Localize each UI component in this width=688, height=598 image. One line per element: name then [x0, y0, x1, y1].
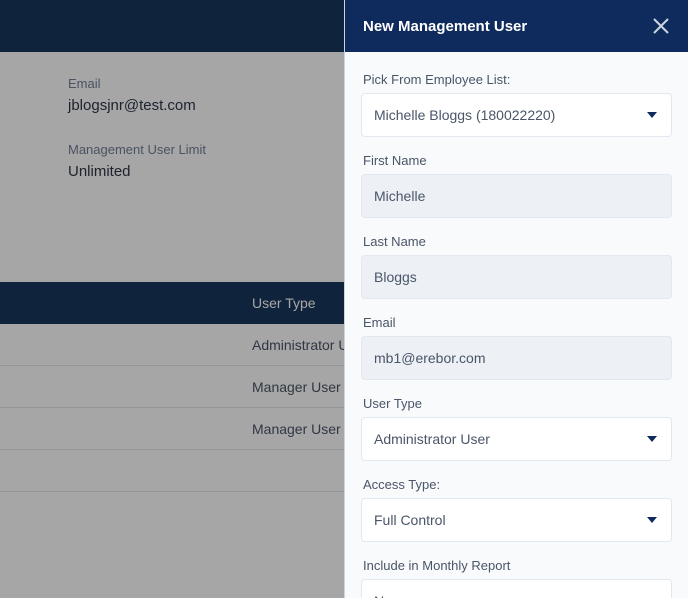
chevron-down-icon: [647, 517, 657, 523]
access-type-value: Full Control: [374, 512, 446, 528]
employee-list-label: Pick From Employee List:: [361, 72, 672, 87]
panel-title: New Management User: [363, 18, 527, 35]
employee-list-group: Pick From Employee List: Michelle Bloggs…: [361, 72, 672, 137]
monthly-report-value: No: [374, 593, 392, 598]
first-name-value: Michelle: [374, 188, 425, 204]
last-name-group: Last Name Bloggs: [361, 234, 672, 299]
user-type-value: Administrator User: [374, 431, 490, 447]
email-field[interactable]: mb1@erebor.com: [361, 336, 672, 380]
user-type-label: User Type: [361, 396, 672, 411]
panel-body[interactable]: Pick From Employee List: Michelle Bloggs…: [345, 52, 688, 598]
monthly-report-select[interactable]: No: [361, 579, 672, 598]
first-name-label: First Name: [361, 153, 672, 168]
chevron-down-icon: [647, 436, 657, 442]
last-name-value: Bloggs: [374, 269, 417, 285]
last-name-label: Last Name: [361, 234, 672, 249]
first-name-group: First Name Michelle: [361, 153, 672, 218]
monthly-report-label: Include in Monthly Report: [361, 558, 672, 573]
chevron-down-icon: [647, 112, 657, 118]
panel-header: New Management User: [345, 0, 688, 52]
email-group: Email mb1@erebor.com: [361, 315, 672, 380]
email-value: mb1@erebor.com: [374, 350, 485, 366]
user-type-select[interactable]: Administrator User: [361, 417, 672, 461]
employee-list-select[interactable]: Michelle Bloggs (180022220): [361, 93, 672, 137]
access-type-group: Access Type: Full Control: [361, 477, 672, 542]
first-name-field[interactable]: Michelle: [361, 174, 672, 218]
email-label: Email: [361, 315, 672, 330]
employee-list-value: Michelle Bloggs (180022220): [374, 107, 555, 123]
last-name-field[interactable]: Bloggs: [361, 255, 672, 299]
access-type-select[interactable]: Full Control: [361, 498, 672, 542]
new-management-user-panel: New Management User Pick From Employee L…: [344, 0, 688, 598]
access-type-label: Access Type:: [361, 477, 672, 492]
user-type-group: User Type Administrator User: [361, 396, 672, 461]
close-icon[interactable]: [652, 17, 670, 35]
monthly-report-group: Include in Monthly Report No: [361, 558, 672, 598]
